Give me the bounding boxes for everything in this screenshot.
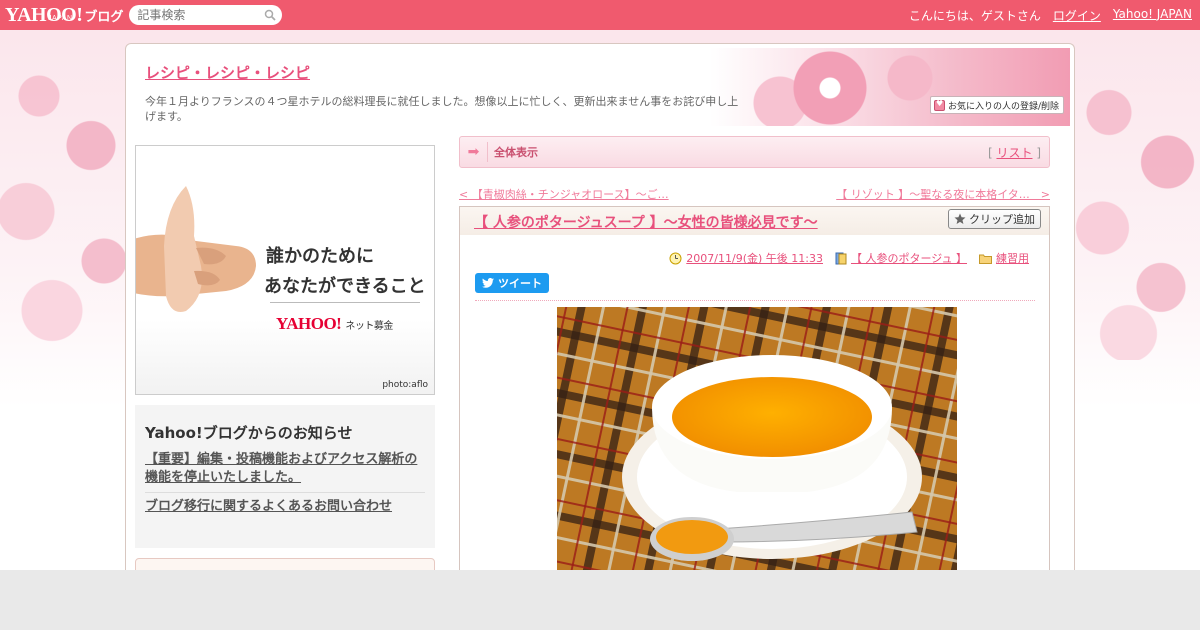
star-icon [954,213,966,224]
tweet-label: ツイート [498,277,542,290]
article-title[interactable]: 【 人参のポタージュスープ 】～女性の皆様必見です～ [474,212,818,232]
cherry-blossom-left-decoration [0,30,130,360]
blog-title[interactable]: レシピ・レシピ・レシピ [145,62,310,83]
blog-description: 今年１月よりフランスの４つ星ホテルの総料理長に就任しました。想像以上に忙しく、更… [145,95,739,123]
yahoo-logo-japan: JAPAN [48,15,73,22]
notice-link-faq[interactable]: ブログ移行に関するよくあるお問い合わせ [145,498,425,516]
arrow-right-icon: ➡ [460,142,488,162]
article-date: 2007/11/9(金) 午後 11:33 [686,252,823,265]
banner-divider [270,302,420,303]
search-icon[interactable] [264,9,277,21]
article-tag-link[interactable]: 【 人参のポタージュ 】 [835,250,967,266]
bracket-close: ] [1036,145,1041,160]
folder-icon [979,254,992,264]
article-date-link[interactable]: 2007/11/9(金) 午後 11:33 [669,250,823,266]
notice-title: Yahoo!ブログからのお知らせ [145,424,353,442]
search-input[interactable] [137,8,258,22]
article-category: 練習用 [996,252,1029,265]
prev-article-link[interactable]: < 【青椒肉絲・チンジャオロース】～ご… [459,186,669,202]
yahoo-blog-logo[interactable]: YAHOO! JAPAN ブログ [5,5,123,25]
cherry-blossom-right-decoration [1070,30,1200,360]
twitter-bird-icon [482,278,494,288]
favorite-heart-icon [933,99,945,111]
net-donation-banner[interactable]: 誰かのために あなたができること YAHOO! ネット募金 photo:aflo [135,145,435,395]
article-category-link[interactable]: 練習用 [979,250,1029,266]
search-box [129,5,283,25]
view-all-title: 全体表示 [494,146,538,159]
banner-yahoo-logo: YAHOO! ネット募金 [276,314,393,334]
tweet-button[interactable]: ツイート [475,273,549,293]
banner-line-1: 誰かのために [266,246,374,267]
banner-logo-sub: ネット募金 [345,321,393,332]
bracket-open: [ [987,145,993,160]
favorite-register-label: お気に入りの人の登録/削除 [947,101,1059,112]
banner-logo-text: YAHOO! [276,314,342,333]
view-all-bar: ➡ 全体表示 [ リスト ] [459,136,1050,168]
clip-add-label: クリップ追加 [969,213,1035,226]
list-view-toggle: [ リスト ] [988,144,1041,161]
carrot-potage-soup-photo [557,307,957,570]
blog-logo-label: ブログ [84,9,124,25]
banner-line-2: あなたができること [264,276,426,297]
holding-hands-image [136,186,256,312]
article-tag: 【 人参のポタージュ 】 [850,252,967,265]
article-navigation: < 【青椒肉絲・チンジャオロース】～ご… 【 リゾット 】～聖なる夜に本格イタ…… [459,186,1050,202]
photo-credit: photo:aflo [382,380,428,390]
favorite-register-button[interactable]: お気に入りの人の登録/削除 [929,96,1064,114]
article-divider [475,300,1035,301]
notice-link-important[interactable]: 【重要】編集・投稿機能およびアクセス解析の機能を停止いたしました。 [145,451,425,493]
yahoo-blog-notice-box: Yahoo!ブログからのお知らせ 【重要】編集・投稿機能およびアクセス解析の機能… [135,405,435,548]
clip-add-button[interactable]: クリップ追加 [948,209,1041,229]
greeting-text: こんにちは、ゲストさん [908,8,1041,23]
login-link[interactable]: ログイン [1053,7,1101,24]
footer-area [0,570,1200,630]
top-bar: YAHOO! JAPAN ブログ こんにちは、ゲストさん ログイン Yahoo!… [0,0,1200,30]
sidebar-profile-box [135,558,435,570]
next-article-link[interactable]: 【 リゾット 】～聖なる夜に本格イタ… > [836,186,1050,202]
yahoo-japan-link[interactable]: Yahoo! JAPAN [1113,7,1192,24]
list-view-link[interactable]: リスト [996,146,1032,160]
article: 【 人参のポタージュスープ 】～女性の皆様必見です～ クリップ追加 2007/1… [459,206,1050,570]
book-icon [835,252,847,264]
article-meta: 2007/11/9(金) 午後 11:33 【 人参のポタージュ 】 練習用 [669,250,1029,266]
article-header: 【 人参のポタージュスープ 】～女性の皆様必見です～ クリップ追加 [460,207,1049,235]
clock-icon [669,252,682,264]
header-cherry-blossom-art [710,48,1070,126]
user-links: こんにちは、ゲストさん ログイン Yahoo! JAPAN [909,7,1192,24]
blog-container: レシピ・レシピ・レシピ 今年１月よりフランスの４つ星ホテルの総料理長に就任しまし… [125,43,1075,570]
